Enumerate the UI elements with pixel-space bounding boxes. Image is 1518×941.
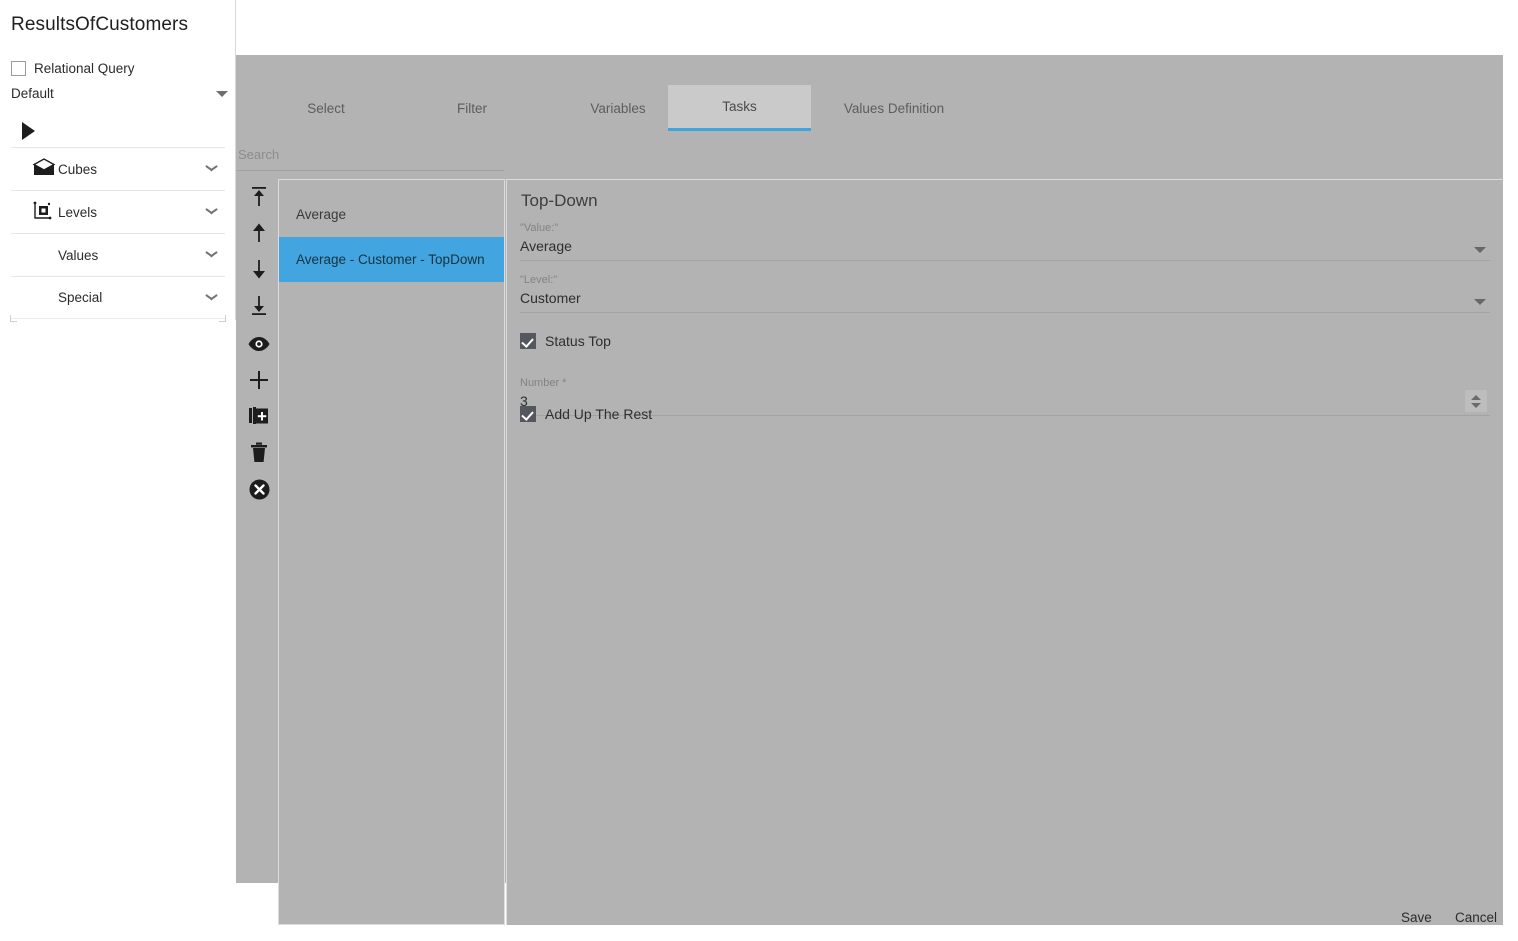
sidebar-item-levels[interactable]: Levels bbox=[11, 190, 225, 233]
caret-down-icon[interactable] bbox=[1474, 247, 1486, 253]
number-field-label: Number * bbox=[520, 377, 567, 389]
list-item[interactable]: Average - Customer - TopDown bbox=[279, 237, 504, 282]
number-field[interactable]: Number * 3 bbox=[520, 346, 1490, 416]
sidebar-item-cubes[interactable]: Cubes bbox=[11, 147, 225, 190]
move-to-top-icon[interactable] bbox=[238, 179, 280, 215]
default-select-value: Default bbox=[11, 86, 54, 101]
move-up-icon[interactable] bbox=[238, 215, 280, 251]
chevron-down-icon[interactable] bbox=[206, 294, 217, 301]
sidebar-item-label: Cubes bbox=[58, 161, 98, 177]
eye-icon[interactable] bbox=[238, 326, 280, 362]
spinner-updown-icon[interactable] bbox=[1465, 390, 1487, 412]
play-triangle-icon bbox=[22, 122, 35, 140]
trash-icon[interactable] bbox=[238, 434, 280, 470]
cube-envelope-icon bbox=[32, 158, 58, 180]
value-field-label: "Value:" bbox=[520, 222, 559, 234]
circle-x-icon[interactable] bbox=[238, 471, 280, 507]
app-root: ResultsOfCustomers Relational Query Defa… bbox=[0, 0, 1518, 941]
tab-content: Average Average - Customer - TopDown Top… bbox=[236, 131, 1503, 925]
task-list: Average Average - Customer - TopDown bbox=[278, 179, 505, 925]
relational-query-row[interactable]: Relational Query bbox=[11, 61, 135, 76]
search-input[interactable] bbox=[236, 139, 504, 169]
value-field-value: Average bbox=[520, 238, 572, 254]
sidebar-item-special[interactable]: Special bbox=[11, 276, 225, 319]
run-button[interactable] bbox=[11, 118, 231, 144]
sidebar-item-label: Values bbox=[58, 247, 99, 263]
relational-query-checkbox[interactable] bbox=[11, 61, 26, 76]
detail-title: Top-Down bbox=[521, 191, 598, 210]
list-item-label: Average - Customer - TopDown bbox=[296, 252, 485, 267]
panel-corner-mark bbox=[219, 315, 226, 322]
list-item[interactable]: Average bbox=[279, 192, 504, 237]
spinner-up-arrow[interactable] bbox=[1471, 394, 1481, 400]
sidebar-item-label: Special bbox=[58, 290, 103, 305]
move-down-icon[interactable] bbox=[238, 251, 280, 287]
add-up-the-rest-label: Add Up The Rest bbox=[545, 406, 653, 422]
tab-values-definition[interactable]: Values Definition bbox=[814, 85, 974, 131]
move-to-bottom-icon[interactable] bbox=[238, 287, 280, 323]
caret-down-icon bbox=[216, 91, 228, 97]
save-button[interactable]: Save bbox=[1395, 905, 1438, 929]
main-panel: Select Filter Variables Tasks Values Def… bbox=[236, 55, 1503, 925]
page-title: ResultsOfCustomers bbox=[11, 14, 189, 35]
number-field-value: 3 bbox=[520, 393, 528, 409]
add-up-the-rest-row[interactable]: Add Up The Rest bbox=[520, 406, 652, 422]
tab-filter[interactable]: Filter bbox=[402, 85, 542, 131]
tab-strip: Select Filter Variables Tasks Values Def… bbox=[236, 55, 1503, 131]
tab-tasks[interactable]: Tasks bbox=[668, 85, 811, 131]
panel-corner-mark bbox=[10, 315, 17, 322]
sidebar-item-label: Levels bbox=[58, 204, 98, 220]
level-field[interactable]: "Level:" Customer bbox=[520, 273, 1490, 313]
add-up-the-rest-checkbox[interactable] bbox=[520, 406, 536, 422]
list-toolbar bbox=[238, 179, 280, 559]
sidebar-item-values[interactable]: Values bbox=[11, 233, 225, 276]
chevron-down-icon[interactable] bbox=[206, 251, 217, 258]
chevron-down-icon[interactable] bbox=[206, 165, 217, 172]
spinner-down-arrow[interactable] bbox=[1471, 402, 1481, 408]
levels-axis-icon bbox=[32, 201, 58, 223]
search-field[interactable] bbox=[236, 139, 504, 171]
footer-bar: Save Cancel bbox=[0, 898, 1518, 941]
chevron-down-icon[interactable] bbox=[206, 208, 217, 215]
plus-icon[interactable] bbox=[238, 362, 280, 398]
level-field-value: Customer bbox=[520, 290, 581, 306]
list-item-label: Average bbox=[296, 207, 347, 222]
left-sidebar: ResultsOfCustomers Relational Query Defa… bbox=[0, 0, 236, 941]
tab-select[interactable]: Select bbox=[256, 85, 396, 131]
task-detail-panel: Top-Down "Value:" Average "Level:" Custo… bbox=[506, 179, 1503, 925]
default-select[interactable]: Default bbox=[11, 85, 231, 104]
caret-down-icon[interactable] bbox=[1474, 299, 1486, 305]
tab-variables[interactable]: Variables bbox=[548, 85, 688, 131]
duplicate-icon[interactable] bbox=[238, 398, 280, 434]
level-field-label: "Level:" bbox=[520, 274, 558, 286]
value-field[interactable]: "Value:" Average bbox=[520, 221, 1490, 261]
relational-query-label: Relational Query bbox=[34, 61, 135, 76]
cancel-button[interactable]: Cancel bbox=[1449, 905, 1503, 929]
